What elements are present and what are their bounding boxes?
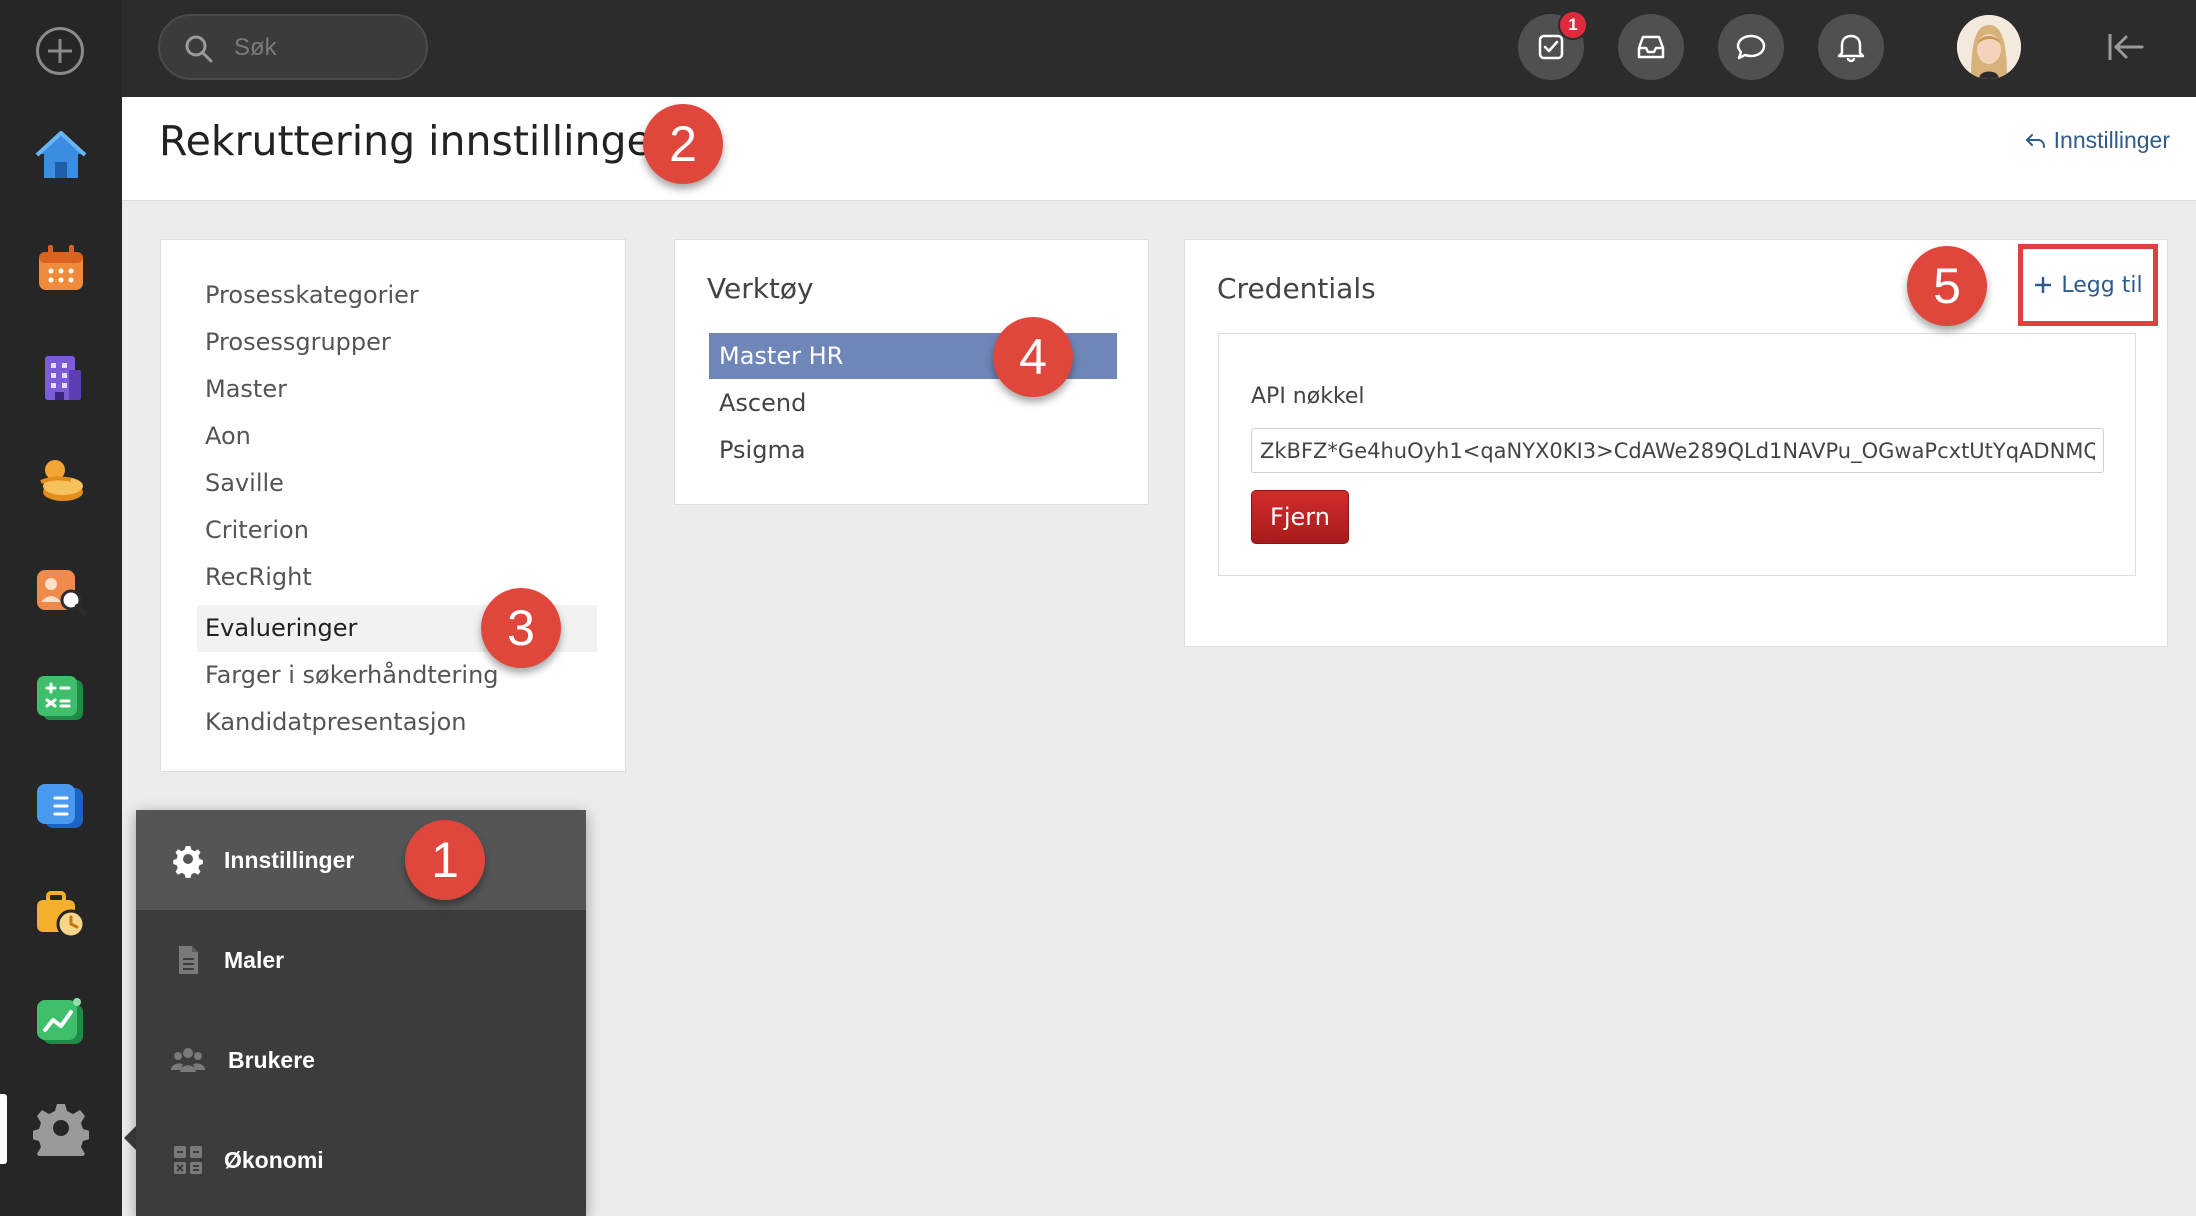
collapse-sidebar-icon[interactable]	[2100, 24, 2150, 70]
home-icon[interactable]	[33, 128, 89, 184]
categories-list: Prosesskategorier Prosessgrupper Master …	[197, 272, 597, 746]
flyout-item-templates[interactable]: Maler	[136, 910, 586, 1010]
back-arrow-icon	[2025, 133, 2045, 148]
user-avatar[interactable]	[1957, 15, 2021, 79]
candidate-search-icon[interactable]	[33, 562, 89, 618]
add-credential-button[interactable]: Legg til	[2018, 244, 2158, 326]
avatar-photo	[1957, 15, 2021, 79]
search-input[interactable]	[234, 30, 414, 66]
briefcase-clock-icon[interactable]	[33, 886, 89, 942]
notifications-button[interactable]	[1818, 14, 1884, 80]
flyout-label: Maler	[224, 946, 285, 973]
tasks-badge: 1	[1558, 10, 1588, 40]
calendar-icon[interactable]	[33, 240, 89, 296]
search-icon	[185, 35, 213, 63]
flyout-item-economy[interactable]: Økonomi	[136, 1110, 586, 1210]
search-box[interactable]	[158, 14, 428, 80]
spreadsheet-icon[interactable]	[33, 670, 89, 726]
chat-icon	[1736, 34, 1766, 60]
category-item[interactable]: Saville	[197, 460, 597, 507]
category-item[interactable]: Prosesskategorier	[197, 272, 597, 319]
rail-active-indicator	[0, 1094, 7, 1164]
breadcrumb-label: Innstillinger	[2053, 127, 2170, 153]
tool-item[interactable]: Psigma	[709, 427, 1117, 473]
breadcrumb-settings-link[interactable]: Innstillinger	[2024, 127, 2170, 154]
flyout-item-users[interactable]: Brukere	[136, 1010, 586, 1110]
flyout-label: Brukere	[228, 1046, 315, 1073]
chat-button[interactable]	[1718, 14, 1784, 80]
categories-card: Prosesskategorier Prosessgrupper Master …	[160, 239, 626, 772]
category-item[interactable]: Aon	[197, 413, 597, 460]
calculator-icon	[174, 1146, 202, 1174]
flyout-item-settings[interactable]: Innstillinger	[136, 810, 586, 910]
add-credential-label: Legg til	[2061, 272, 2143, 298]
chart-icon[interactable]	[33, 994, 89, 1050]
coins-icon[interactable]	[33, 452, 89, 508]
credential-entry: API nøkkel Fjern	[1218, 333, 2136, 576]
callout-marker: 3	[481, 588, 561, 668]
flyout-label: Økonomi	[224, 1146, 324, 1173]
inbox-button[interactable]	[1618, 14, 1684, 80]
flyout-label: Innstillinger	[224, 846, 355, 873]
api-key-input[interactable]	[1251, 428, 2104, 473]
document-icon	[179, 946, 198, 974]
callout-marker: 2	[643, 104, 723, 184]
api-key-label: API nøkkel	[1251, 384, 1365, 409]
plus-icon	[2035, 277, 2052, 293]
category-item[interactable]: Prosessgrupper	[197, 319, 597, 366]
callout-marker: 5	[1907, 246, 1987, 326]
left-rail	[0, 0, 122, 1216]
top-bar: 1	[122, 0, 2196, 97]
tasks-button[interactable]: 1	[1518, 10, 1588, 80]
settings-flyout-menu: Innstillinger Maler Brukere Økonomi	[136, 810, 586, 1216]
bell-icon	[1837, 34, 1865, 63]
users-icon	[171, 1048, 205, 1072]
add-icon[interactable]	[36, 27, 84, 75]
tools-card: Verktøy Master HR Ascend Psigma	[674, 239, 1149, 505]
page-title: Rekruttering innstillinger	[159, 117, 669, 165]
remove-credential-button[interactable]: Fjern	[1251, 490, 1349, 544]
callout-marker: 1	[405, 820, 485, 900]
document-list-icon[interactable]	[33, 778, 89, 834]
inbox-icon	[1637, 35, 1665, 59]
page-header: Rekruttering innstillinger Innstillinger	[122, 97, 2196, 201]
category-item[interactable]: Criterion	[197, 507, 597, 554]
tools-title: Verktøy	[707, 272, 814, 305]
settings-icon[interactable]	[33, 1100, 89, 1156]
category-item[interactable]: Master	[197, 366, 597, 413]
flyout-pointer	[124, 1126, 136, 1150]
building-icon[interactable]	[33, 350, 89, 406]
callout-marker: 4	[993, 317, 1073, 397]
credentials-title: Credentials	[1217, 272, 1376, 305]
gear-icon	[173, 846, 203, 878]
tasks-icon	[1538, 34, 1564, 60]
category-item[interactable]: Kandidatpresentasjon	[197, 699, 597, 746]
